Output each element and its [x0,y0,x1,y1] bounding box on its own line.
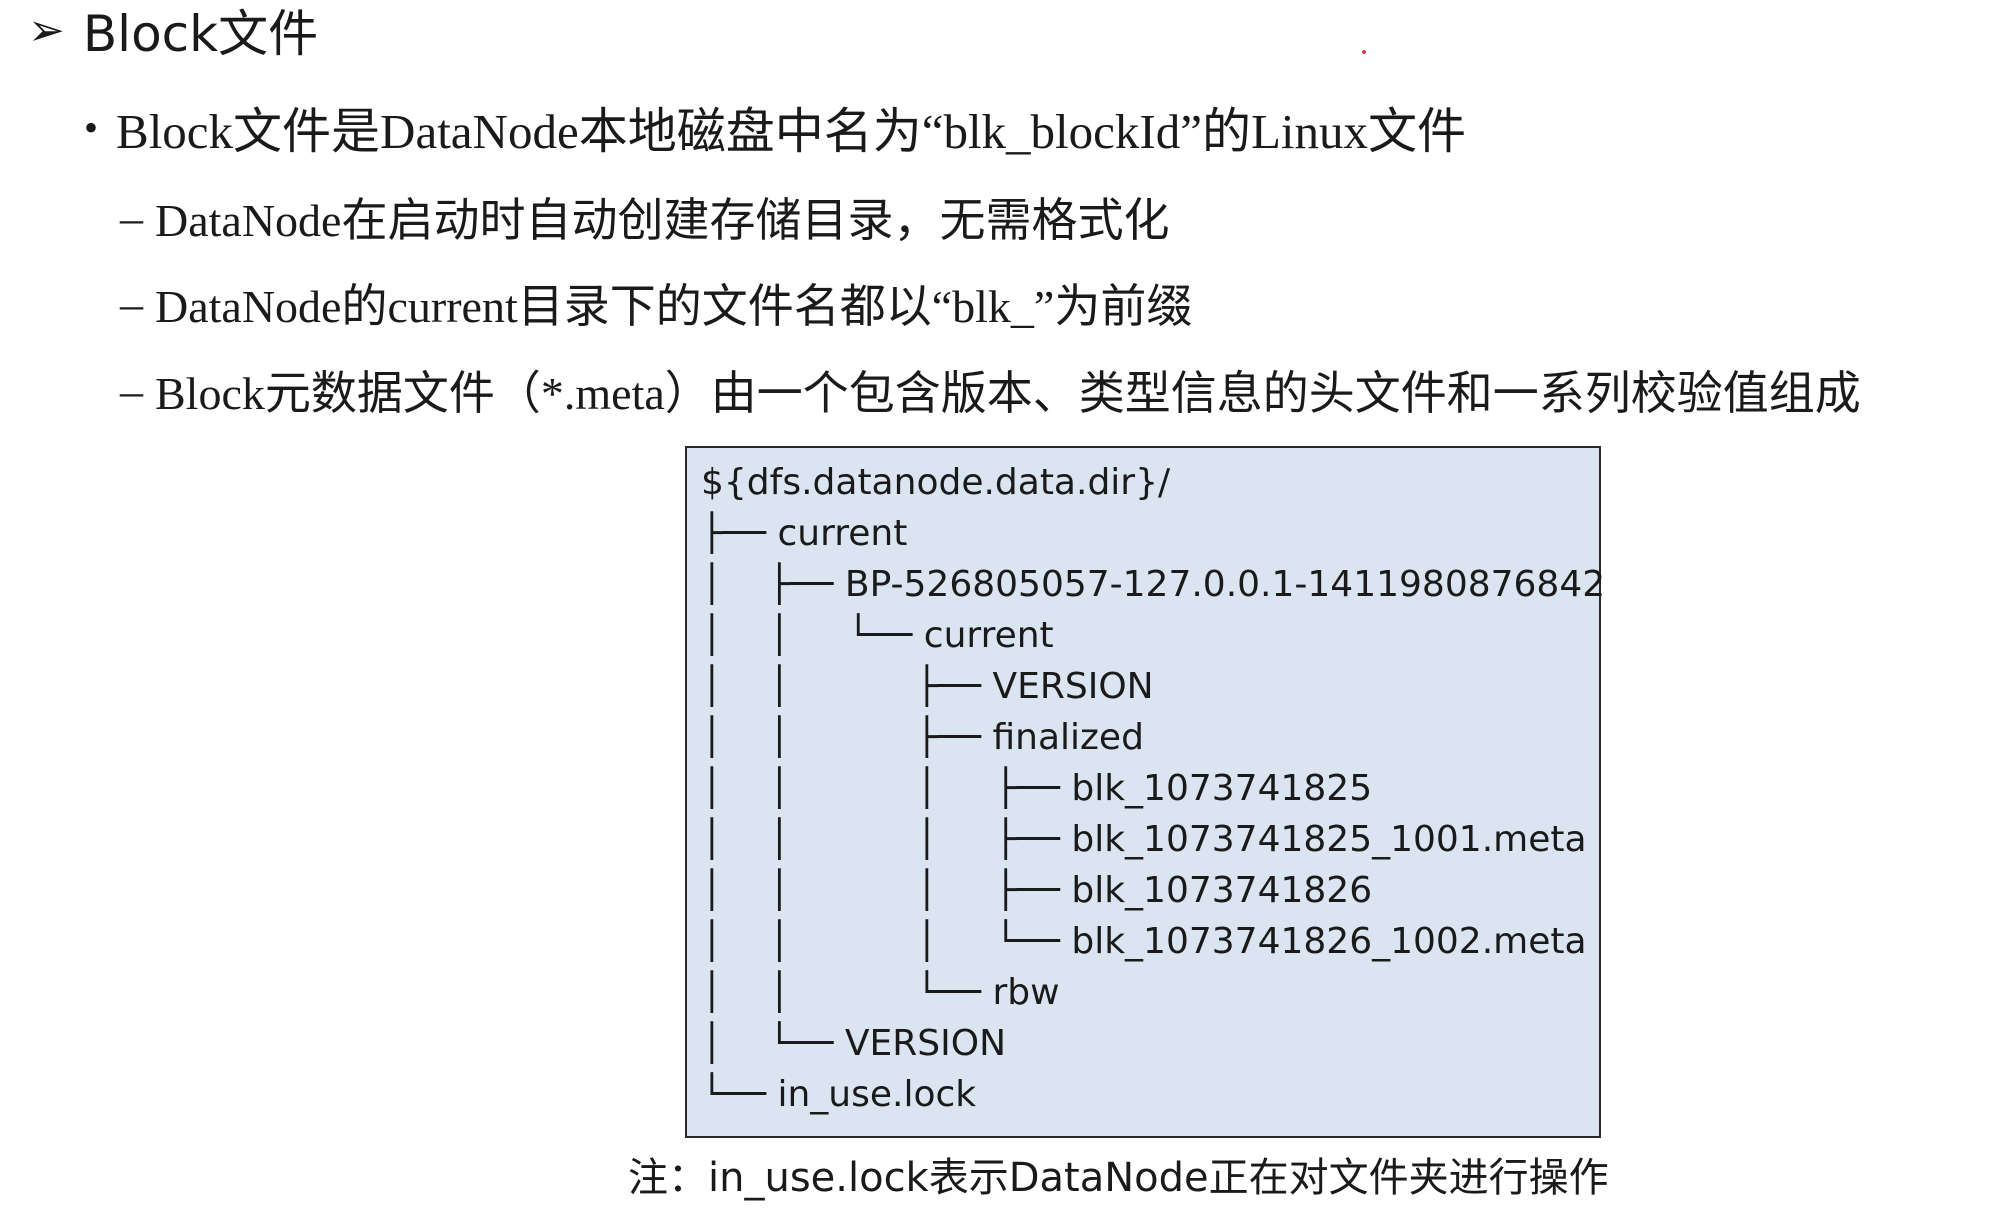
sub-bullet-3: – Block元数据文件（*.meta）由一个包含版本、类型信息的头文件和一系列… [120,357,1861,423]
red-dot-mark [1362,50,1366,54]
sub-bullet-dash: – [120,364,143,416]
directory-tree-box: ${dfs.datanode.data.dir}/ ├── current │ … [685,446,1605,1138]
section-heading: ➢ Block文件 [28,0,318,64]
tree-line: │ │ └── rbw [701,972,1060,1013]
main-bullet: • Block文件是DataNode本地磁盘中名为“blk_blockId”的L… [84,92,1466,163]
tree-line: ${dfs.datanode.data.dir}/ [701,462,1171,503]
sub-bullet-dash: – [120,277,143,329]
tree-line: │ └── VERSION [701,1023,1007,1064]
sub-bullet-text: Block元数据文件（*.meta）由一个包含版本、类型信息的头文件和一系列校验… [155,368,1861,419]
tree-line: │ │ │ ├── blk_1073741825 [701,768,1373,809]
footnote: 注：in_use.lock表示DataNode正在对文件夹进行操作 [628,1155,1609,1201]
tree-line: │ │ │ ├── blk_1073741826 [701,870,1373,911]
main-bullet-text: Block文件是DataNode本地磁盘中名为“blk_blockId”的Lin… [116,104,1467,159]
tree-line: │ │ ├── finalized [701,717,1144,758]
tree-line: ├── current [701,513,908,554]
tree-line: │ ├── BP-526805057-127.0.0.1-14119808768… [701,564,1606,605]
tree-line: │ │ │ └── blk_1073741826_1002.meta [701,921,1587,962]
tree-line: │ │ │ ├── blk_1073741825_1001.meta [701,819,1587,860]
heading-title: Block文件 [82,5,319,63]
tree-line: └── in_use.lock [701,1074,977,1115]
sub-bullet-2: – DataNode的current目录下的文件名都以“blk_”为前缀 [120,270,1192,336]
bullet-dot: • [84,105,99,150]
sub-bullet-dash: – [120,191,143,243]
arrow-bullet-icon: ➢ [28,4,65,56]
tree-line: │ │ ├── VERSION [701,666,1154,707]
sub-bullet-1: – DataNode在启动时自动创建存储目录，无需格式化 [120,184,1169,250]
sub-bullet-text: DataNode在启动时自动创建存储目录，无需格式化 [155,195,1170,246]
tree-line: │ │ └── current [701,615,1054,656]
sub-bullet-text: DataNode的current目录下的文件名都以“blk_”为前缀 [155,281,1193,332]
